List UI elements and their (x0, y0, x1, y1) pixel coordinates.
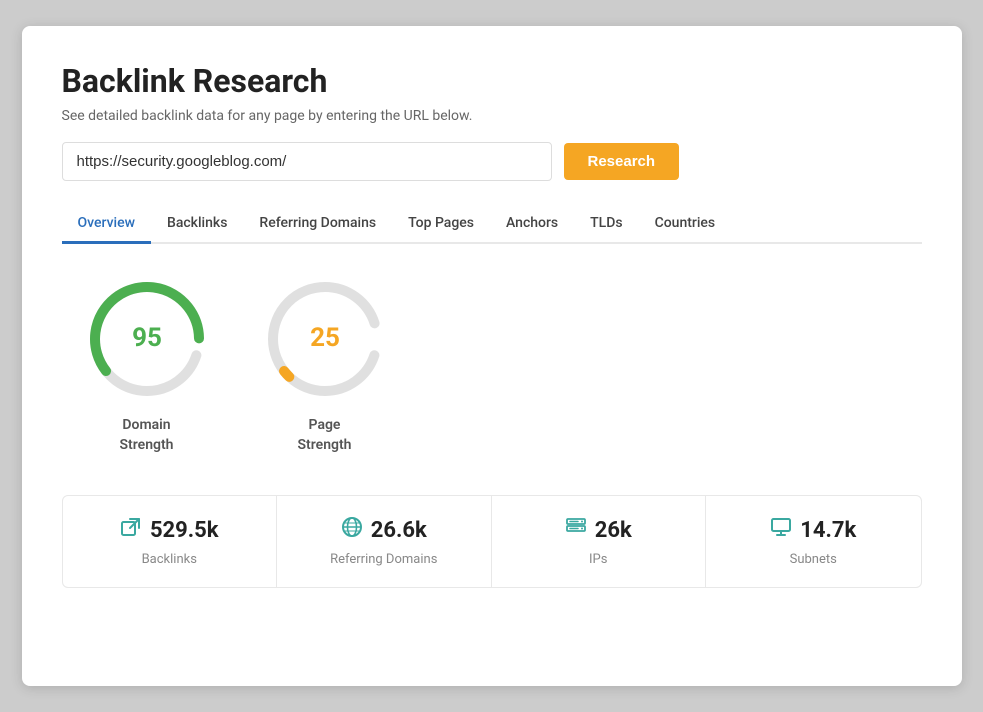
main-card: Backlink Research See detailed backlink … (22, 26, 962, 686)
subnets-value: 14.7k (800, 518, 856, 543)
search-row: Research (62, 142, 922, 181)
stat-referring-domains: 26.6k Referring Domains (277, 496, 492, 587)
monitor-icon (770, 516, 792, 544)
backlinks-label: Backlinks (142, 552, 197, 567)
stats-grid: 529.5k Backlinks 26.6k Referring Domain (62, 495, 922, 588)
tab-tlds[interactable]: TLDs (574, 205, 638, 244)
gauge-row: 95 Domain Strength 25 Page Strength (62, 274, 922, 455)
url-input[interactable] (62, 142, 552, 181)
page-strength-gauge: 25 Page Strength (260, 274, 390, 455)
tab-top-pages[interactable]: Top Pages (392, 205, 490, 244)
stat-backlinks: 529.5k Backlinks (63, 496, 278, 587)
domain-strength-value: 95 (132, 323, 162, 353)
tab-countries[interactable]: Countries (639, 205, 732, 244)
tab-referring-domains[interactable]: Referring Domains (243, 205, 392, 244)
page-subtitle: See detailed backlink data for any page … (62, 108, 922, 124)
domain-strength-svg: 95 (82, 274, 212, 404)
subnets-label: Subnets (790, 552, 837, 567)
globe-icon (341, 516, 363, 544)
page-strength-svg: 25 (260, 274, 390, 404)
external-link-icon (120, 516, 142, 544)
tab-anchors[interactable]: Anchors (490, 205, 574, 244)
stat-ips: 26k IPs (492, 496, 707, 587)
ips-value: 26k (595, 518, 632, 543)
tab-nav: Overview Backlinks Referring Domains Top… (62, 205, 922, 244)
domain-strength-label: Domain Strength (120, 416, 174, 455)
referring-domains-value: 26.6k (371, 518, 427, 543)
backlinks-value: 529.5k (150, 518, 219, 543)
page-strength-value: 25 (310, 323, 340, 353)
ips-label: IPs (589, 552, 607, 567)
stat-subnets: 14.7k Subnets (706, 496, 921, 587)
domain-strength-gauge: 95 Domain Strength (82, 274, 212, 455)
tab-backlinks[interactable]: Backlinks (151, 205, 243, 244)
page-title: Backlink Research (62, 62, 922, 100)
research-button[interactable]: Research (564, 143, 680, 180)
server-icon (565, 516, 587, 544)
tab-overview[interactable]: Overview (62, 205, 151, 244)
referring-domains-label: Referring Domains (330, 552, 437, 567)
page-strength-label: Page Strength (298, 416, 352, 455)
